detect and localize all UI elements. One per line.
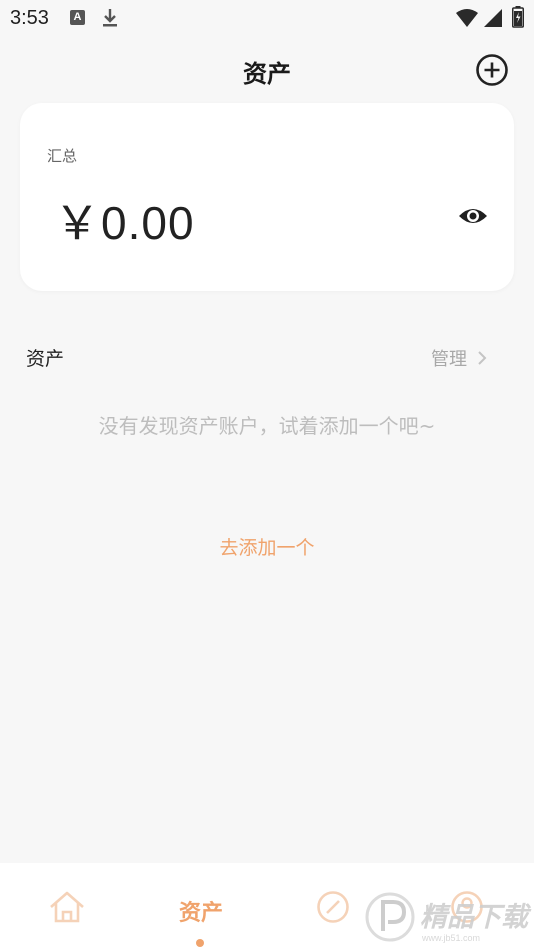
- a-icon: A: [70, 10, 85, 25]
- app-header: 资产: [0, 42, 534, 98]
- signal-icon: [484, 9, 502, 27]
- assets-section-title: 资产: [26, 348, 65, 370]
- eye-icon[interactable]: [458, 204, 488, 228]
- status-bar: 3:53 A: [0, 0, 534, 38]
- manage-button[interactable]: 管理: [431, 345, 487, 371]
- chevron-right-icon: [478, 351, 487, 365]
- battery-icon: [512, 6, 524, 28]
- watermark-logo: 精品下载 www.jb51.com: [365, 892, 532, 943]
- summary-card: 汇总 ￥0.00: [20, 103, 514, 291]
- status-time: 3:53: [10, 7, 49, 29]
- wifi-icon: [456, 9, 478, 27]
- download-icon: [103, 9, 117, 27]
- page-title: 资产: [243, 60, 291, 88]
- add-asset-button[interactable]: [474, 52, 510, 88]
- svg-text:精品下载: 精品下载: [420, 902, 532, 933]
- nav-stats[interactable]: [308, 863, 358, 951]
- empty-state-message: 没有发现资产账户，试着添加一个吧~: [98, 414, 436, 438]
- svg-text:www.jb51.com: www.jb51.com: [421, 933, 480, 943]
- nav-assets-label: 资产: [178, 901, 223, 926]
- stats-icon: [317, 891, 349, 923]
- summary-label: 汇总: [47, 147, 78, 165]
- active-indicator: [196, 939, 204, 947]
- total-amount: ￥0.00: [54, 197, 195, 249]
- add-account-link[interactable]: 去添加一个: [0, 533, 534, 560]
- home-icon: [50, 891, 84, 923]
- nav-assets[interactable]: 资产: [166, 863, 236, 951]
- nav-home[interactable]: [40, 863, 94, 951]
- manage-label: 管理: [431, 349, 467, 370]
